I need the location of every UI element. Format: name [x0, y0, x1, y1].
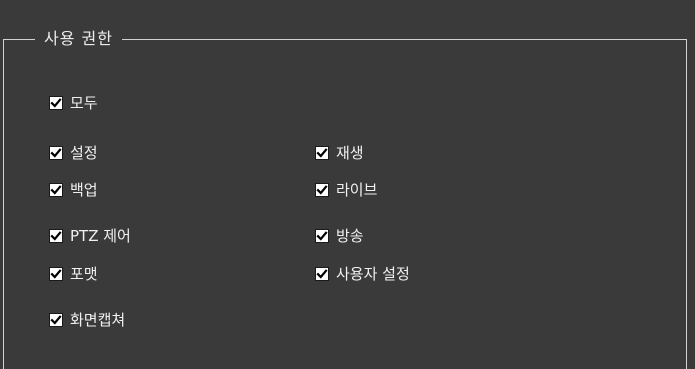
checkbox-option-ptz[interactable]: PTZ 제어: [49, 226, 131, 246]
checkbox-label: PTZ 제어: [70, 227, 131, 245]
checkbox-checked-icon[interactable]: [49, 229, 63, 243]
group-title: 사용 권한: [35, 29, 122, 49]
checkbox-checked-icon[interactable]: [49, 267, 63, 281]
checkbox-label: 화면캡쳐: [70, 311, 126, 329]
checkbox-label: 포맷: [70, 265, 98, 283]
checkbox-checked-icon[interactable]: [315, 267, 329, 281]
checkbox-checked-icon[interactable]: [315, 183, 329, 197]
checkbox-option-screen-capture[interactable]: 화면캡쳐: [49, 310, 125, 330]
checkbox-label: 모두: [70, 94, 98, 112]
checkbox-option-live[interactable]: 라이브: [315, 180, 377, 200]
checkbox-option-broadcast[interactable]: 방송: [315, 226, 364, 246]
checkbox-checked-icon[interactable]: [49, 313, 63, 327]
checkbox-option-user-settings[interactable]: 사용자 설정: [315, 264, 410, 284]
checkbox-label: 라이브: [336, 181, 378, 199]
checkbox-checked-icon[interactable]: [315, 146, 329, 160]
checkbox-option-all[interactable]: 모두: [49, 93, 98, 113]
checkbox-checked-icon[interactable]: [49, 96, 63, 110]
checkbox-option-playback[interactable]: 재생: [315, 143, 364, 163]
checkbox-label: 사용자 설정: [336, 265, 410, 283]
checkbox-label: 설정: [70, 144, 98, 162]
checkbox-label: 재생: [336, 144, 364, 162]
permissions-panel: 사용 권한 모두 설정 재생 백업 라이브 PTZ 제어 방송 포맷 사용자 설…: [0, 0, 695, 369]
checkbox-option-settings[interactable]: 설정: [49, 143, 98, 163]
checkbox-checked-icon[interactable]: [315, 229, 329, 243]
checkbox-label: 백업: [70, 181, 98, 199]
checkbox-option-backup[interactable]: 백업: [49, 180, 98, 200]
checkbox-option-format[interactable]: 포맷: [49, 264, 98, 284]
checkbox-checked-icon[interactable]: [49, 183, 63, 197]
checkbox-label: 방송: [336, 227, 364, 245]
checkbox-checked-icon[interactable]: [49, 146, 63, 160]
